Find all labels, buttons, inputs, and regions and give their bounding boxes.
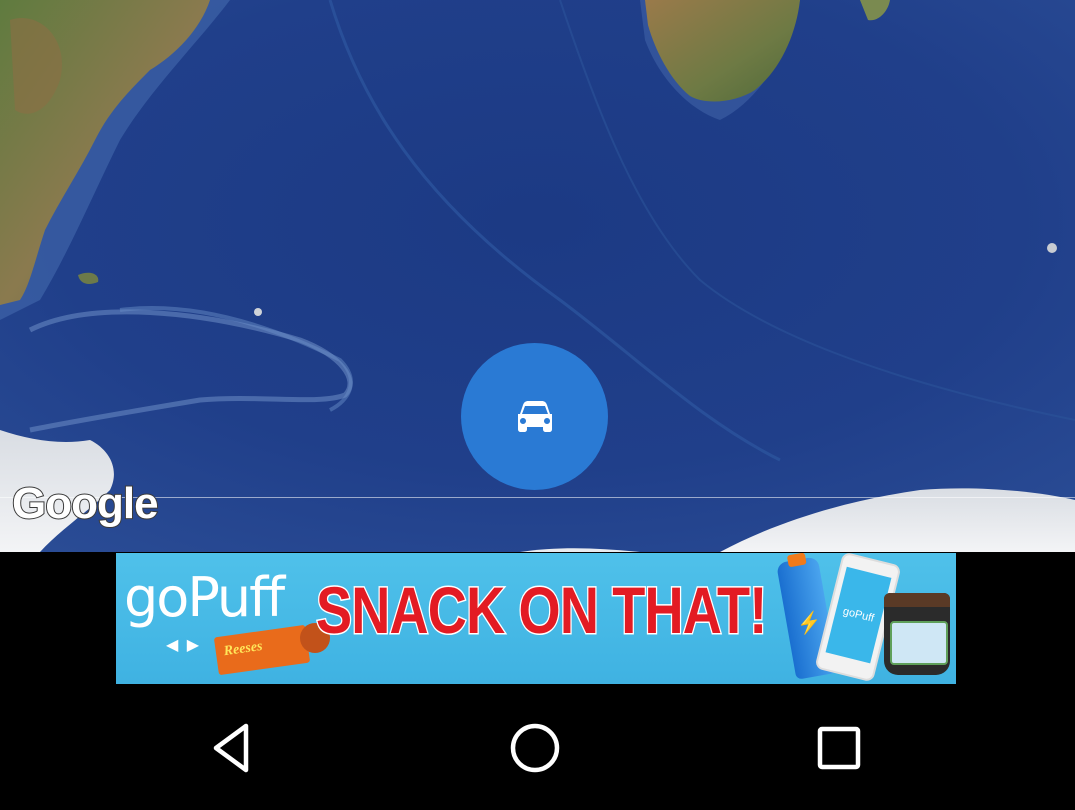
back-button[interactable] xyxy=(202,716,266,780)
home-circle-icon xyxy=(510,723,560,773)
system-nav-bar xyxy=(0,686,1075,810)
car-icon xyxy=(517,400,552,432)
ad-brand-arrows-icon: ◀ ▶ xyxy=(166,637,202,654)
ad-candy-label: Reeses xyxy=(222,638,264,660)
ad-tub-lid xyxy=(884,593,950,607)
ad-brand-logo: goPuff xyxy=(124,566,285,629)
ad-headline: SNACK ON THAT! xyxy=(315,573,769,647)
ad-bottle-cap xyxy=(786,553,807,568)
recents-button[interactable] xyxy=(807,716,871,780)
google-logo: Google xyxy=(11,479,160,528)
ad-banner[interactable]: goPuff ◀ ▶ Reeses SNACK ON THAT! ⚡ goPuf… xyxy=(116,553,956,684)
home-button[interactable] xyxy=(503,716,567,780)
back-triangle-icon xyxy=(213,723,249,773)
ad-phone-screen: goPuff xyxy=(825,566,892,664)
ad-ice-cream-image xyxy=(884,593,950,675)
drive-mode-button[interactable] xyxy=(461,343,608,490)
recents-square-icon xyxy=(817,726,861,770)
ad-tub-label xyxy=(890,621,948,665)
ad-candy-image: Reeses xyxy=(213,624,311,676)
satellite-map[interactable]: Google xyxy=(0,0,1075,552)
ad-bottle-logo-icon: ⚡ xyxy=(795,610,824,637)
map-divider xyxy=(0,497,1075,498)
screen: Google goPuff ◀ ▶ Reeses SNACK ON THAT! … xyxy=(0,0,1075,810)
